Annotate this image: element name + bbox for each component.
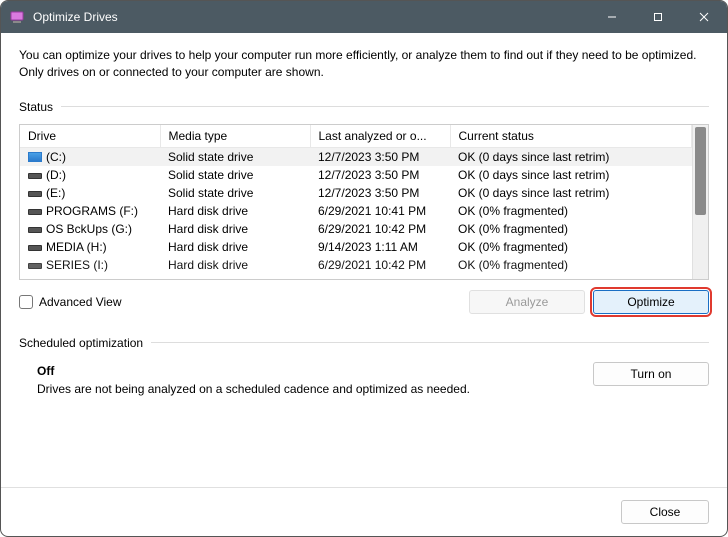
cell-drive: OS BckUps (G:) <box>20 220 160 238</box>
cell-drive: (C:) <box>20 147 160 166</box>
cell-status: OK (0 days since last retrim) <box>450 184 692 202</box>
content-area: You can optimize your drives to help you… <box>1 33 727 487</box>
drive-name: (D:) <box>46 168 66 182</box>
drive-name: PROGRAMS (F:) <box>46 204 138 218</box>
drive-name: OS BckUps (G:) <box>46 222 132 236</box>
cell-media: Hard disk drive <box>160 256 310 274</box>
table-row[interactable]: (D:) Solid state drive12/7/2023 3:50 PMOK… <box>20 166 692 184</box>
cell-last: 6/29/2021 10:42 PM <box>310 256 450 274</box>
drives-table-scroll: Drive Media type Last analyzed or o... C… <box>20 125 692 279</box>
col-media[interactable]: Media type <box>160 125 310 148</box>
col-last[interactable]: Last analyzed or o... <box>310 125 450 148</box>
col-drive[interactable]: Drive <box>20 125 160 148</box>
cell-media: Hard disk drive <box>160 220 310 238</box>
scheduled-text: Off Drives are not being analyzed on a s… <box>37 364 555 396</box>
scheduled-section-label: Scheduled optimization <box>19 336 709 350</box>
footer: Close <box>1 487 727 536</box>
cell-drive: PROGRAMS (F:) <box>20 202 160 220</box>
divider <box>61 106 709 107</box>
scheduled-state: Off <box>37 364 555 378</box>
close-window-button[interactable] <box>681 1 727 33</box>
drive-icon <box>28 209 42 215</box>
cell-status: OK (0 days since last retrim) <box>450 147 692 166</box>
table-row[interactable]: (C:) Solid state drive12/7/2023 3:50 PMOK… <box>20 147 692 166</box>
scheduled-desc: Drives are not being analyzed on a sched… <box>37 382 555 396</box>
cell-last: 12/7/2023 3:50 PM <box>310 184 450 202</box>
cell-status: OK (0% fragmented) <box>450 238 692 256</box>
drive-name: (C:) <box>46 150 66 164</box>
turn-on-button[interactable]: Turn on <box>593 362 709 386</box>
analyze-button[interactable]: Analyze <box>469 290 585 314</box>
divider <box>151 342 709 343</box>
maximize-button[interactable] <box>635 1 681 33</box>
advanced-view-label: Advanced View <box>39 295 122 309</box>
titlebar: Optimize Drives <box>1 1 727 33</box>
drives-table-wrap: Drive Media type Last analyzed or o... C… <box>19 124 709 280</box>
cell-last: 6/29/2021 10:42 PM <box>310 220 450 238</box>
scrollbar-thumb[interactable] <box>695 127 706 215</box>
vertical-scrollbar[interactable] <box>692 125 708 279</box>
intro-text: You can optimize your drives to help you… <box>19 47 709 82</box>
table-row[interactable]: (E:) Solid state drive12/7/2023 3:50 PMOK… <box>20 184 692 202</box>
drive-icon <box>28 227 42 233</box>
close-button[interactable]: Close <box>621 500 709 524</box>
cell-last: 6/29/2021 10:41 PM <box>310 202 450 220</box>
cell-media: Hard disk drive <box>160 238 310 256</box>
scheduled-label-text: Scheduled optimization <box>19 336 143 350</box>
table-row[interactable]: SERIES (I:) Hard disk drive6/29/2021 10:4… <box>20 256 692 274</box>
status-label-text: Status <box>19 100 53 114</box>
table-row[interactable]: PROGRAMS (F:) Hard disk drive6/29/2021 10… <box>20 202 692 220</box>
drive-name: SERIES (I:) <box>46 258 108 272</box>
cell-drive: MEDIA (H:) <box>20 238 160 256</box>
cell-drive: (E:) <box>20 184 160 202</box>
drive-name: (E:) <box>46 186 65 200</box>
drive-icon <box>28 245 42 251</box>
app-icon <box>9 9 25 25</box>
table-header-row: Drive Media type Last analyzed or o... C… <box>20 125 692 148</box>
table-row[interactable]: MEDIA (H:) Hard disk drive9/14/2023 1:11 … <box>20 238 692 256</box>
cell-status: OK (0% fragmented) <box>450 202 692 220</box>
actions-row: Advanced View Analyze Optimize <box>19 290 709 314</box>
minimize-button[interactable] <box>589 1 635 33</box>
drive-icon <box>28 263 42 269</box>
cell-media: Solid state drive <box>160 184 310 202</box>
checkbox-box <box>19 295 33 309</box>
cell-last: 12/7/2023 3:50 PM <box>310 147 450 166</box>
drives-table: Drive Media type Last analyzed or o... C… <box>20 125 692 274</box>
drive-name: MEDIA (H:) <box>46 240 107 254</box>
col-status[interactable]: Current status <box>450 125 692 148</box>
window-title: Optimize Drives <box>33 10 589 24</box>
cell-status: OK (0% fragmented) <box>450 220 692 238</box>
optimize-button[interactable]: Optimize <box>593 290 709 314</box>
cell-status: OK (0% fragmented) <box>450 256 692 274</box>
cell-media: Solid state drive <box>160 147 310 166</box>
drive-icon <box>28 152 42 162</box>
optimize-drives-window: Optimize Drives You can optimize your dr… <box>0 0 728 537</box>
status-section-label: Status <box>19 100 709 114</box>
cell-last: 9/14/2023 1:11 AM <box>310 238 450 256</box>
cell-drive: SERIES (I:) <box>20 256 160 274</box>
cell-media: Solid state drive <box>160 166 310 184</box>
table-row[interactable]: OS BckUps (G:) Hard disk drive6/29/2021 1… <box>20 220 692 238</box>
cell-status: OK (0 days since last retrim) <box>450 166 692 184</box>
drive-icon <box>28 191 42 197</box>
cell-drive: (D:) <box>20 166 160 184</box>
cell-last: 12/7/2023 3:50 PM <box>310 166 450 184</box>
scheduled-body: Off Drives are not being analyzed on a s… <box>19 360 709 396</box>
advanced-view-checkbox[interactable]: Advanced View <box>19 295 122 309</box>
drive-icon <box>28 173 42 179</box>
cell-media: Hard disk drive <box>160 202 310 220</box>
